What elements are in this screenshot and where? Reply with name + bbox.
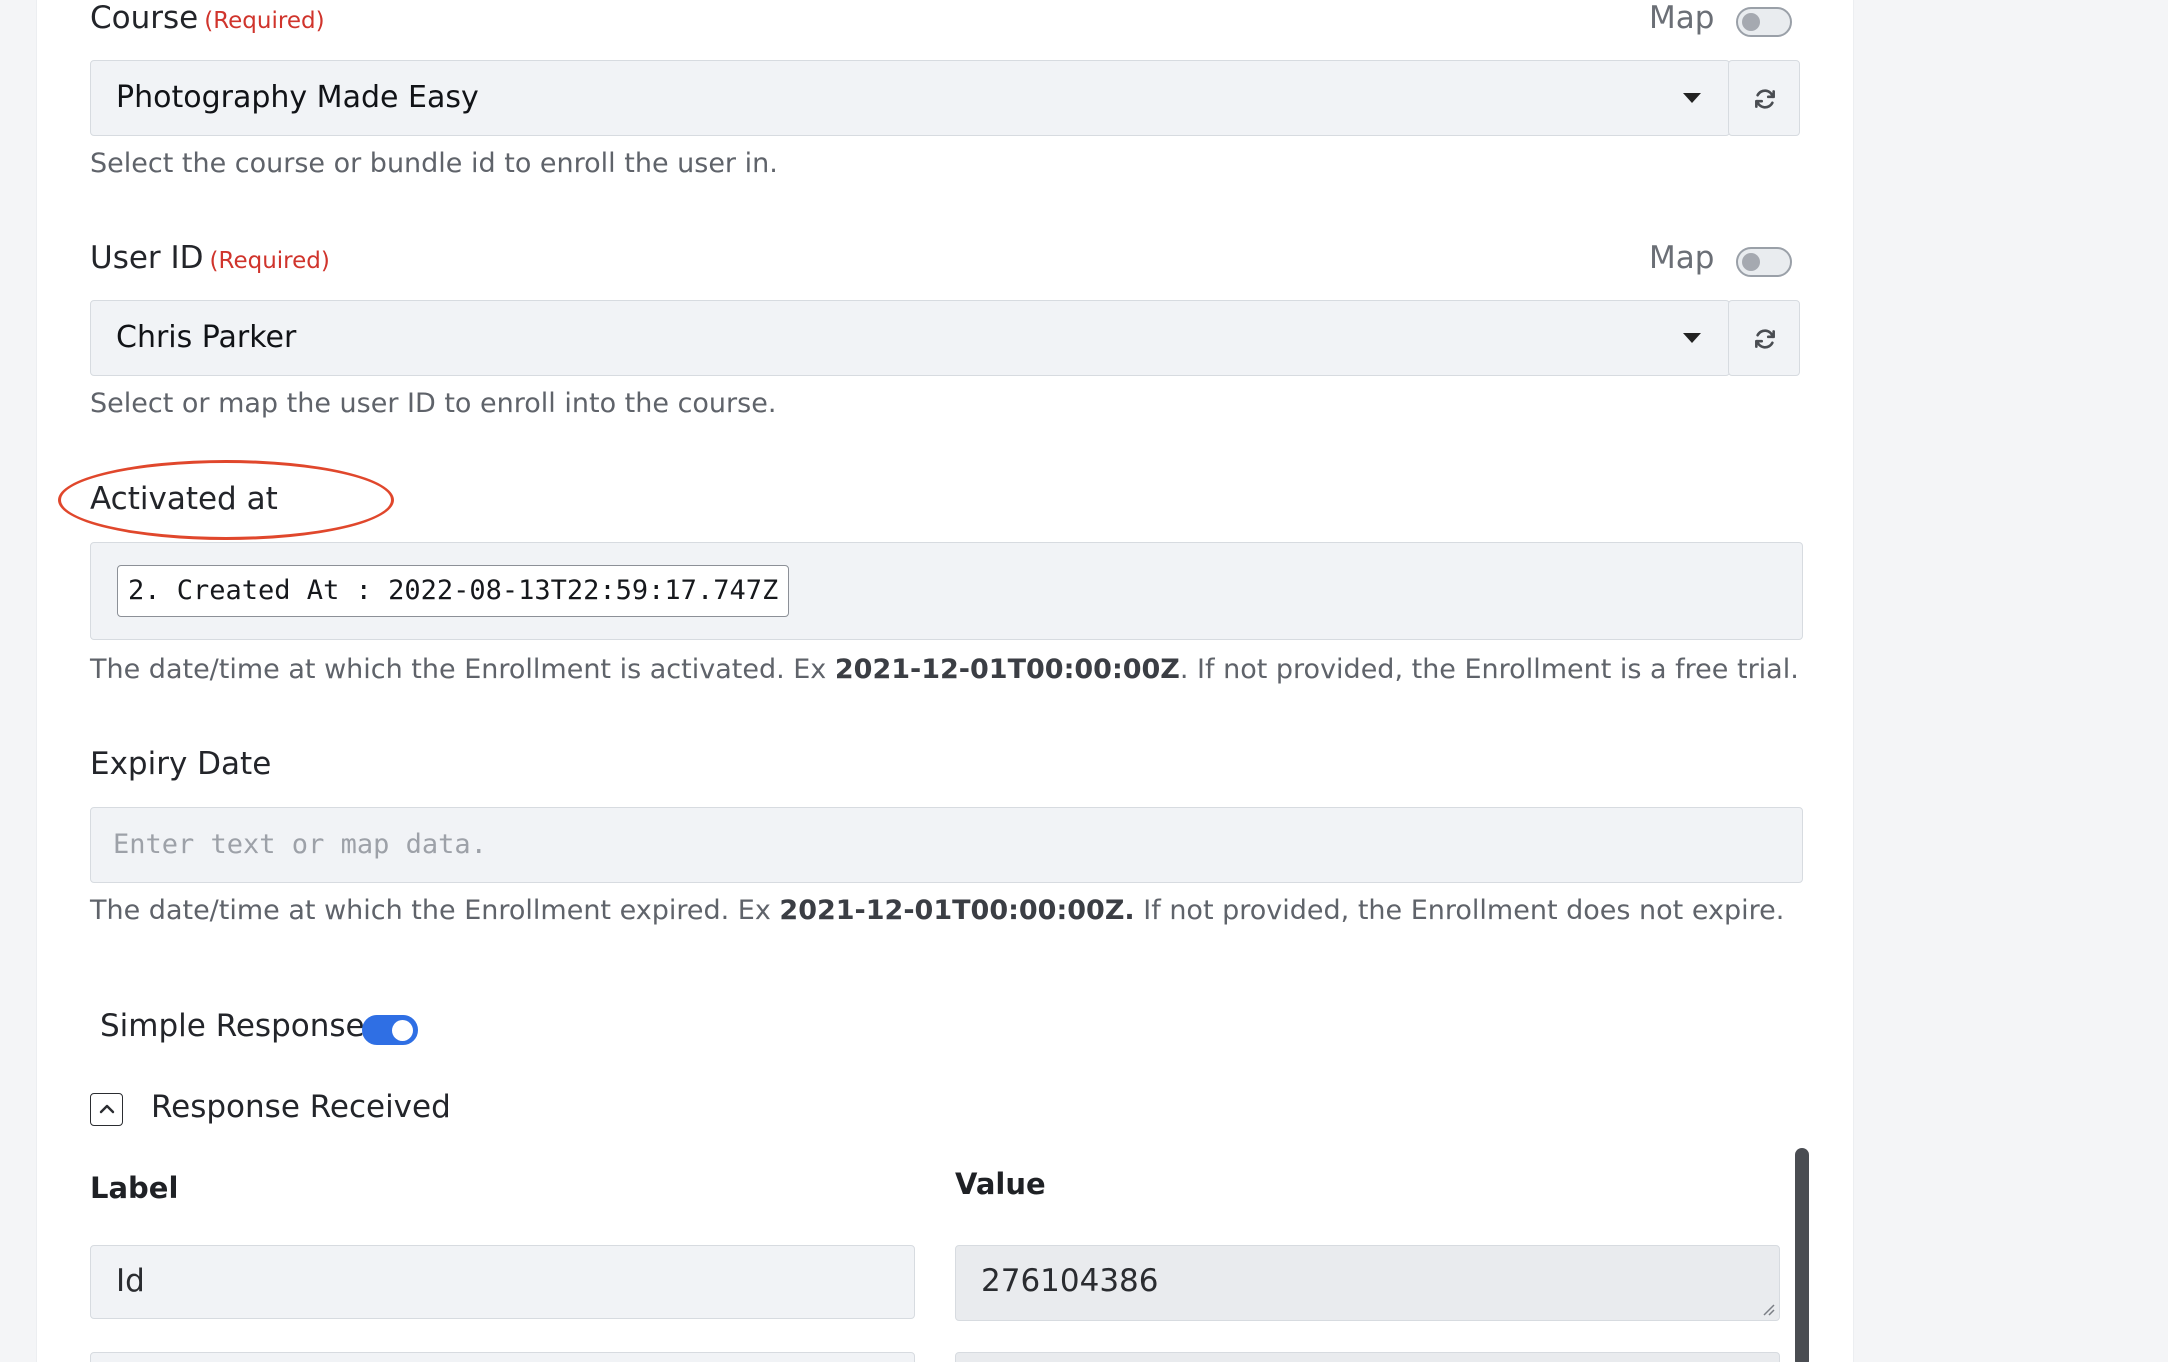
toggle-knob xyxy=(1742,253,1760,271)
course-map-label: Map xyxy=(1649,0,1715,36)
response-value-cell-next[interactable] xyxy=(955,1352,1780,1362)
activated-at-input[interactable]: 2. Created At : 2022-08-13T22:59:17.747Z xyxy=(90,542,1803,640)
help-text-part: If not provided, the Enrollment does not… xyxy=(1134,895,1785,926)
user-id-label-text: User ID xyxy=(90,240,204,276)
course-help-text: Select the course or bundle id to enroll… xyxy=(90,148,778,179)
user-id-help-text: Select or map the user ID to enroll into… xyxy=(90,388,777,419)
scrollbar-thumb[interactable] xyxy=(1795,1148,1809,1362)
label-column-header: Label xyxy=(90,1171,179,1205)
expiry-date-label: Expiry Date xyxy=(90,746,272,782)
help-example-value: 2021-12-01T00:00:00Z. xyxy=(779,895,1135,926)
caret-down-icon xyxy=(1683,93,1701,103)
course-required-tag: (Required) xyxy=(204,8,325,34)
activated-at-label: Activated at xyxy=(90,481,278,517)
response-label-cell[interactable]: Id xyxy=(90,1245,915,1319)
response-label-text: Id xyxy=(116,1263,145,1299)
caret-down-icon xyxy=(1683,333,1701,343)
course-selected-value: Photography Made Easy xyxy=(116,80,479,115)
form-panel: Course (Required) Map Photography Made Ea… xyxy=(36,0,1854,1362)
activated-at-help-text: The date/time at which the Enrollment is… xyxy=(90,654,1799,685)
course-map-toggle[interactable] xyxy=(1736,7,1792,37)
user-id-refresh-button[interactable] xyxy=(1728,300,1800,376)
expiry-date-help-text: The date/time at which the Enrollment ex… xyxy=(90,895,1784,926)
expiry-date-input[interactable]: Enter text or map data. xyxy=(90,807,1803,883)
toggle-knob xyxy=(392,1020,413,1041)
simple-response-label: Simple Response xyxy=(100,1008,365,1044)
help-text-part: The date/time at which the Enrollment is… xyxy=(90,654,835,685)
course-refresh-button[interactable] xyxy=(1728,60,1800,136)
user-id-map-toggle[interactable] xyxy=(1736,247,1792,277)
help-example-value: 2021-12-01T00:00:00Z xyxy=(834,654,1180,685)
user-id-select[interactable]: Chris Parker xyxy=(90,300,1730,376)
chevron-up-icon xyxy=(99,1104,115,1114)
simple-response-toggle[interactable] xyxy=(362,1015,418,1045)
user-id-field-label: User ID (Required) xyxy=(90,240,330,276)
expiry-date-placeholder: Enter text or map data. xyxy=(113,829,487,860)
help-text-part: . If not provided, the Enrollment is a f… xyxy=(1179,654,1799,685)
user-id-required-tag: (Required) xyxy=(209,248,330,274)
response-collapse-button[interactable] xyxy=(90,1093,123,1126)
toggle-knob xyxy=(1742,13,1760,31)
response-value-text: 276104386 xyxy=(981,1263,1159,1299)
resize-handle-icon[interactable] xyxy=(1761,1302,1775,1316)
response-received-label: Response Received xyxy=(151,1089,451,1125)
response-label-cell-next[interactable] xyxy=(90,1352,915,1362)
refresh-icon xyxy=(1755,329,1775,349)
mapped-data-chip[interactable]: 2. Created At : 2022-08-13T22:59:17.747Z xyxy=(117,565,790,617)
user-id-selected-value: Chris Parker xyxy=(116,320,297,355)
help-text-part: The date/time at which the Enrollment ex… xyxy=(90,895,780,926)
course-field-label: Course (Required) xyxy=(90,0,325,36)
course-label-text: Course xyxy=(90,0,199,36)
course-select[interactable]: Photography Made Easy xyxy=(90,60,1730,136)
user-id-map-label: Map xyxy=(1649,240,1715,276)
response-value-cell[interactable]: 276104386 xyxy=(955,1245,1780,1321)
refresh-icon xyxy=(1755,89,1775,109)
value-column-header: Value xyxy=(955,1167,1046,1201)
